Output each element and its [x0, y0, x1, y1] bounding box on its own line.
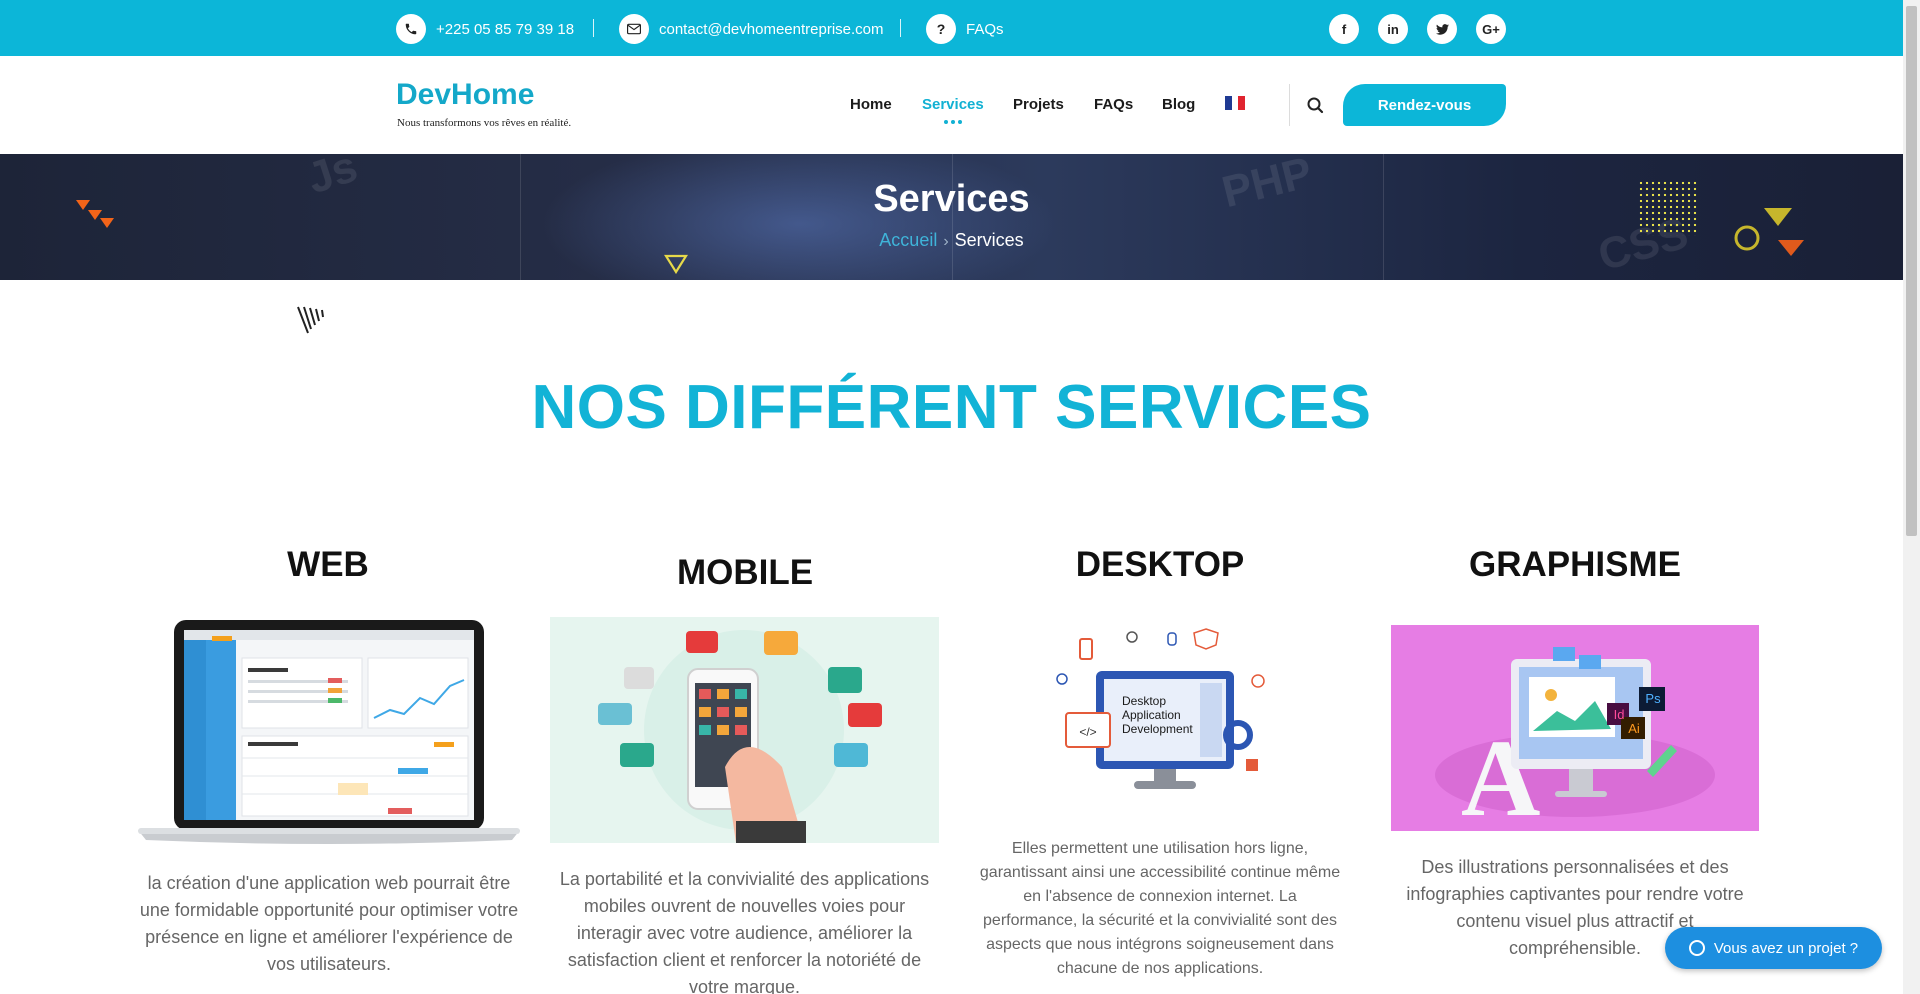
divider [593, 19, 594, 37]
nav-blog[interactable]: Blog [1162, 96, 1195, 113]
rendez-vous-button[interactable]: Rendez-vous [1343, 84, 1506, 126]
page-hero-banner: Js PHP CSS Services Accueil › Services [0, 154, 1903, 280]
service-description-mobile: La portabilité et la convivialité des ap… [559, 869, 930, 994]
service-title-desktop: DESKTOP [1075, 545, 1245, 584]
yellow-triangle-icon [664, 254, 688, 274]
service-title-web: WEB [287, 545, 369, 584]
striped-triangle-icon [297, 306, 324, 334]
breadcrumb-separator: › [943, 233, 949, 250]
phone-number: +225 05 85 79 39 18 [436, 20, 575, 38]
whatsapp-icon [1688, 940, 1705, 956]
service-description-desktop: Elles permettent une utilisation hors li… [979, 840, 1341, 977]
svg-text:</>: </> [1079, 725, 1096, 739]
project-whatsapp-button[interactable]: Vous avez un projet ? [1665, 927, 1882, 969]
project-button-label: Vous avez un projet ? [1713, 939, 1859, 957]
question-icon: ? [926, 14, 956, 44]
illustrator-icon: Ai [1628, 721, 1640, 736]
desktop-monitor-illustration: </> Desktop Application Development [1050, 625, 1270, 797]
brand-tagline: Nous transformons vos rêves en réalité. [397, 117, 572, 129]
page-title: Services [873, 178, 1030, 220]
smartphone-apps-illustration [550, 617, 939, 843]
envelope-icon [619, 14, 649, 44]
facebook-icon[interactable]: f [1329, 14, 1359, 44]
laptop-dashboard-illustration [138, 618, 520, 850]
faq-label: FAQs [966, 20, 1004, 38]
brand-logo[interactable]: DevHome [396, 78, 534, 112]
search-icon[interactable] [1306, 96, 1326, 116]
indesign-icon: Id [1613, 707, 1625, 722]
france-flag-icon[interactable] [1225, 96, 1246, 110]
main-header: DevHome Nous transformons vos rêves en r… [0, 56, 1903, 154]
breadcrumb: Accueil › Services [0, 230, 1903, 251]
twitter-icon[interactable] [1427, 14, 1457, 44]
nav-home[interactable]: Home [850, 96, 892, 113]
desktop-image-caption: Desktop Application Development [1122, 694, 1193, 736]
email-address: contact@devhomeentreprise.com [659, 20, 884, 38]
linkedin-icon[interactable]: in [1378, 14, 1408, 44]
active-indicator [944, 120, 962, 124]
phone-link[interactable]: +225 05 85 79 39 18 [396, 14, 574, 44]
nav-services[interactable]: Services [922, 96, 984, 113]
phone-icon [396, 14, 426, 44]
photoshop-icon: Ps [1645, 691, 1661, 706]
breadcrumb-current: Services [954, 230, 1024, 250]
graphic-design-illustration: A Ps Id Ai [1391, 625, 1759, 831]
divider [900, 19, 901, 37]
scrollbar-thumb[interactable] [1906, 6, 1917, 536]
section-title: NOS DIFFÉRENT SERVICES [531, 373, 1372, 442]
divider [1289, 84, 1290, 126]
service-description-web: la création d'une application web pourra… [139, 873, 519, 974]
google-plus-icon[interactable]: G+ [1476, 14, 1506, 44]
email-link[interactable]: contact@devhomeentreprise.com [619, 14, 884, 44]
breadcrumb-home[interactable]: Accueil [879, 230, 937, 250]
top-contact-bar: +225 05 85 79 39 18 contact@devhomeentre… [0, 0, 1903, 56]
service-title-mobile: MOBILE [676, 553, 814, 592]
faq-link[interactable]: ? FAQs [926, 14, 1004, 44]
nav-faqs[interactable]: FAQs [1094, 96, 1133, 113]
service-title-graphisme: GRAPHISME [1469, 545, 1681, 584]
nav-projets[interactable]: Projets [1013, 96, 1064, 113]
